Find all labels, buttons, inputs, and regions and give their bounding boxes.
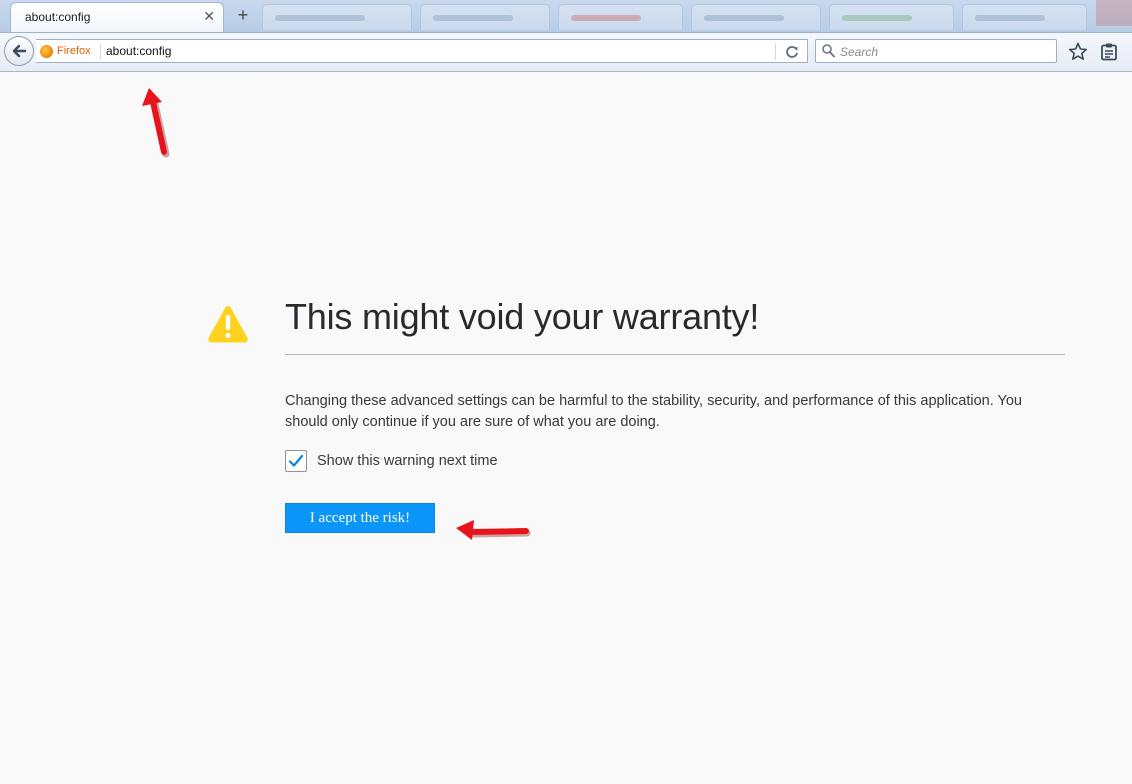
tab-about-config[interactable]: about:config ✕ [10, 2, 224, 32]
checkmark-icon [288, 454, 304, 467]
search-icon [822, 44, 835, 58]
search-input[interactable] [838, 42, 1052, 62]
background-tab[interactable] [962, 4, 1087, 30]
identity-divider [100, 44, 101, 59]
show-warning-checkbox[interactable] [285, 450, 307, 472]
warning-description: Changing these advanced settings can be … [285, 393, 1022, 430]
annotation-arrow-left [456, 520, 531, 540]
background-tab[interactable] [691, 4, 821, 30]
close-icon[interactable]: ✕ [203, 8, 215, 25]
annotation-arrow-up [142, 88, 170, 158]
tab-title: about:config [25, 10, 91, 24]
page-title: This might void your warranty! [285, 296, 760, 337]
show-warning-row: Show this warning next time [285, 450, 498, 472]
plus-icon[interactable]: + [232, 4, 254, 26]
firefox-logo-icon [40, 44, 53, 58]
bookmark-star-icon[interactable] [1067, 41, 1089, 63]
background-tab[interactable] [262, 4, 412, 30]
reading-list-icon[interactable] [1098, 41, 1120, 63]
url-text[interactable]: about:config [106, 44, 171, 58]
back-arrow-icon [12, 44, 27, 58]
reload-divider [775, 43, 776, 60]
background-tab[interactable] [829, 4, 954, 30]
background-tab[interactable] [420, 4, 550, 30]
identity-label: Firefox [57, 45, 91, 57]
title-divider [285, 354, 1065, 355]
background-tab[interactable] [558, 4, 683, 30]
accept-risk-button[interactable]: I accept the risk! [285, 503, 435, 533]
site-identity[interactable]: Firefox [40, 43, 91, 59]
window-close-button[interactable] [1096, 0, 1132, 26]
back-button[interactable] [4, 36, 34, 66]
show-warning-label[interactable]: Show this warning next time [317, 453, 498, 469]
tab-strip: about:config ✕ + [0, 0, 1132, 33]
url-bar[interactable]: Firefox about:config [36, 39, 808, 63]
search-bar[interactable] [815, 39, 1057, 63]
warning-icon [208, 306, 248, 343]
reload-icon[interactable] [783, 43, 801, 61]
navigation-toolbar: Firefox about:config [0, 33, 1132, 72]
